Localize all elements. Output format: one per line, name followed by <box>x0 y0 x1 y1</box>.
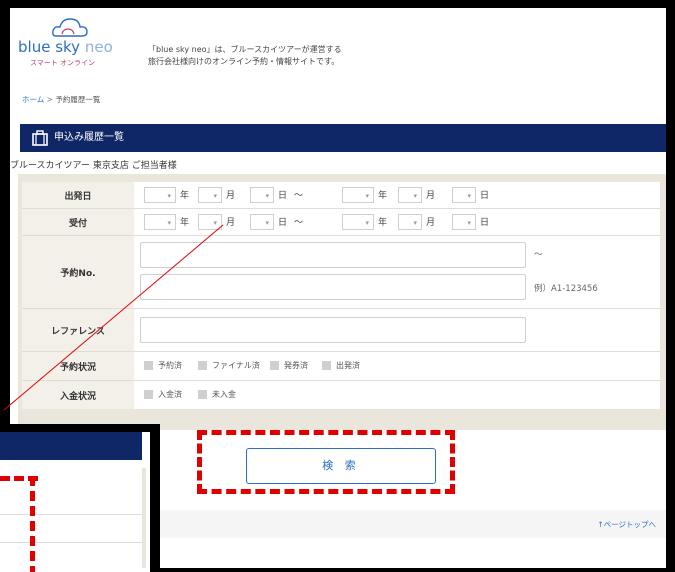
breadcrumb-home-link[interactable]: ホーム <box>22 95 44 104</box>
payment-paid-checkbox[interactable] <box>144 390 153 399</box>
page-top-link[interactable]: ↑ページトップへ <box>597 519 656 530</box>
cloud-logo-icon <box>52 18 88 37</box>
year-unit: 年 <box>180 218 190 228</box>
zoomed-inset <box>0 424 160 572</box>
zoomed-inset-header <box>0 432 142 460</box>
breadcrumb-separator: > <box>46 95 53 104</box>
payment-option-label: 未入金 <box>212 390 236 399</box>
status-option-label: 予約済 <box>158 361 182 370</box>
logo-subtitle: スマート オンライン <box>30 59 96 67</box>
range-separator: ～ <box>294 218 304 228</box>
reference-input[interactable] <box>140 317 526 343</box>
month-unit: 月 <box>226 218 236 228</box>
departure-to-day-select[interactable]: ▾ <box>452 187 476 203</box>
departure-to-year-select[interactable]: ▾ <box>342 187 374 203</box>
departure-date-label: 出発日 <box>22 182 134 208</box>
year-unit: 年 <box>378 218 388 228</box>
departure-date-row: 出発日 ▾ 年 ▾ 月 ▾ 日 ～ ▾ 年 ▾ 月 ▾ 日 <box>22 182 660 209</box>
year-unit: 年 <box>378 191 388 201</box>
reservation-no-hint: 例）A1-123456 <box>534 284 598 294</box>
status-option-label: 発券済 <box>284 361 308 370</box>
reception-from-month-select[interactable]: ▾ <box>198 214 222 230</box>
logo-brand: blue sky neo <box>18 38 113 56</box>
reception-date-row: 受付 ▾ 年 ▾ 月 ▾ 日 ～ ▾ 年 ▾ 月 ▾ 日 <box>22 209 660 236</box>
payment-option-label: 入金済 <box>158 390 182 399</box>
reference-label: レファレンス <box>22 309 134 351</box>
divider <box>0 514 142 515</box>
reservation-no-row: 予約No. ～ 例）A1-123456 <box>22 236 660 309</box>
reservation-no-from-input[interactable] <box>140 242 526 268</box>
status-option-label: 出発済 <box>336 361 360 370</box>
day-unit: 日 <box>480 218 490 228</box>
reservation-status-row: 予約状況 予約済 ファイナル済 発券済 出発済 <box>22 352 660 381</box>
reservation-status-label: 予約状況 <box>22 352 134 380</box>
status-final-checkbox[interactable] <box>198 361 207 370</box>
payment-status-label: 入金状況 <box>22 381 134 409</box>
reservation-range-separator: ～ <box>534 250 543 260</box>
site-tagline: 「blue sky neo」は、ブルースカイツアーが運営する 旅行会社様向けのオ… <box>148 45 342 66</box>
page-title: 申込み履歴一覧 <box>54 132 124 143</box>
month-unit: 月 <box>226 191 236 201</box>
payment-status-row: 入金状況 入金済 未入金 <box>22 381 660 409</box>
reception-to-day-select[interactable]: ▾ <box>452 214 476 230</box>
month-unit: 月 <box>426 218 436 228</box>
reservation-no-label: 予約No. <box>22 236 134 308</box>
search-form: 出発日 ▾ 年 ▾ 月 ▾ 日 ～ ▾ 年 ▾ 月 ▾ 日 受付 ▾ 年 ▾ 月… <box>18 174 666 430</box>
departure-from-year-select[interactable]: ▾ <box>144 187 176 203</box>
departure-from-day-select[interactable]: ▾ <box>250 187 274 203</box>
departure-to-month-select[interactable]: ▾ <box>398 187 422 203</box>
divider <box>0 542 142 543</box>
day-unit: 日 <box>278 191 288 201</box>
month-unit: 月 <box>426 191 436 201</box>
status-option-label: ファイナル済 <box>212 361 260 370</box>
search-button[interactable]: 検 索 <box>246 448 436 484</box>
status-ticketed-checkbox[interactable] <box>270 361 279 370</box>
reception-from-day-select[interactable]: ▾ <box>250 214 274 230</box>
reference-row: レファレンス <box>22 309 660 352</box>
reservation-no-to-input[interactable] <box>140 274 526 300</box>
reception-from-year-select[interactable]: ▾ <box>144 214 176 230</box>
range-separator: ～ <box>294 191 304 201</box>
reception-to-year-select[interactable]: ▾ <box>342 214 374 230</box>
status-departed-checkbox[interactable] <box>322 361 331 370</box>
footer-bar: ↑ページトップへ <box>150 510 666 538</box>
breadcrumb-current: 予約履歴一覧 <box>55 95 101 104</box>
year-unit: 年 <box>180 191 190 201</box>
inset-highlight-side <box>30 476 43 572</box>
logo[interactable]: blue sky neo スマート オンライン <box>18 16 138 67</box>
page-title-bar: 申込み履歴一覧 <box>20 124 666 152</box>
zoomed-inset-body <box>0 468 146 568</box>
status-reserved-checkbox[interactable] <box>144 361 153 370</box>
briefcase-icon <box>32 130 48 146</box>
day-unit: 日 <box>278 218 288 228</box>
payment-unpaid-checkbox[interactable] <box>198 390 207 399</box>
departure-from-month-select[interactable]: ▾ <box>198 187 222 203</box>
reception-to-month-select[interactable]: ▾ <box>398 214 422 230</box>
agency-name: ブルースカイツアー 東京支店 ご担当者様 <box>10 161 177 171</box>
breadcrumb: ホーム > 予約履歴一覧 <box>22 94 100 105</box>
reception-date-label: 受付 <box>22 209 134 235</box>
day-unit: 日 <box>480 191 490 201</box>
zoomed-inset-panel <box>0 432 150 572</box>
